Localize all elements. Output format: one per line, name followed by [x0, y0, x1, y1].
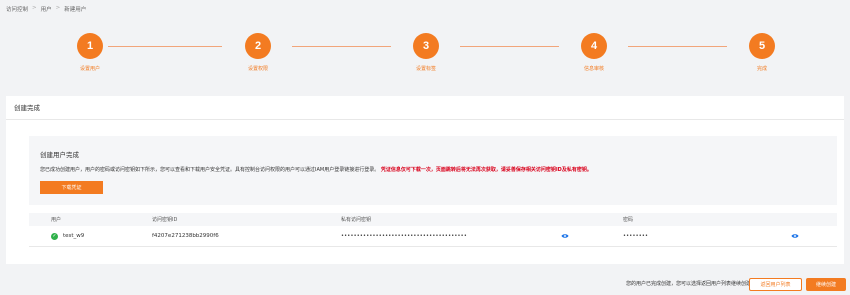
secret-key-masked: •••••••••••••••••••••••••••••••••••••••• [341, 233, 467, 239]
step-label: 设置标签 [415, 66, 436, 72]
step-label: 信息审核 [583, 66, 604, 72]
eye-icon[interactable] [791, 233, 799, 239]
header-password: 密码 [623, 217, 634, 223]
step-number: 2 [245, 33, 271, 59]
step-connector [108, 46, 222, 47]
footer-note: 您的用户已完成创建，您可以选择返回用户列表继续创建。 [626, 281, 757, 287]
creation-complete-card: 创建完成 创建用户完成 您已成功创建用户，用户的密码或访问密钥如下所示，您可以查… [6, 96, 844, 264]
back-to-user-list-button[interactable]: 返回用户列表 [749, 278, 802, 291]
step-label: 设置用户 [79, 66, 100, 72]
user-name: test_w9 [63, 233, 85, 239]
breadcrumb-item-users[interactable]: 用户 [41, 5, 52, 13]
user-cell: ✓ test_w9 [51, 226, 84, 246]
step-label: 设置权限 [247, 66, 268, 72]
download-credentials-button[interactable]: 下载凭证 [40, 181, 103, 194]
breadcrumb-separator: > [32, 5, 37, 11]
breadcrumb-separator: > [55, 5, 61, 11]
step-5: 5 完成 [732, 33, 792, 72]
step-number: 3 [413, 33, 439, 59]
card-title: 创建完成 [6, 96, 844, 120]
eye-icon[interactable] [561, 233, 569, 239]
breadcrumb-item-new-user: 新建用户 [64, 7, 87, 13]
step-number: 1 [77, 33, 103, 59]
notice-text: 您已成功创建用户，用户的密码或访问密钥如下所示，您可以查看和下载用户安全凭证。具… [40, 167, 380, 173]
step-number: 5 [749, 33, 775, 59]
step-4: 4 信息审核 [564, 33, 624, 72]
breadcrumb-item-access-control[interactable]: 访问控制 [6, 5, 28, 13]
credentials-table: 用户 访问密钥ID 私有访问密钥 密码 ✓ test_w9 f4207e2712… [29, 213, 837, 247]
step-connector [292, 46, 391, 47]
credentials-notice: 创建用户完成 您已成功创建用户，用户的密码或访问密钥如下所示，您可以查看和下载用… [29, 136, 837, 205]
header-secret-key: 私有访问密钥 [341, 217, 372, 223]
notice-warning: 凭证信息仅可下载一次，页面跳转后将无法再次获取，请妥善保存相关访问密钥ID及私有… [380, 167, 592, 173]
notice-title: 创建用户完成 [40, 151, 79, 159]
notice-description: 您已成功创建用户，用户的密码或访问密钥如下所示，您可以查看和下载用户安全凭证。具… [40, 166, 592, 173]
breadcrumb: 访问控制 > 用户 > 新建用户 [6, 5, 86, 13]
step-progress: 1 设置用户 2 设置权限 3 设置标签 4 信息审核 5 完成 [0, 33, 850, 78]
step-1: 1 设置用户 [60, 33, 120, 72]
table-header: 用户 访问密钥ID 私有访问密钥 密码 [29, 213, 837, 226]
step-3: 3 设置标签 [396, 33, 456, 72]
step-connector [628, 46, 727, 47]
header-access-key-id: 访问密钥ID [152, 217, 178, 223]
step-number: 4 [581, 33, 607, 59]
step-connector [460, 46, 559, 47]
access-key-id: f4207e271238bb2990f6 [152, 233, 219, 239]
table-row: ✓ test_w9 f4207e271238bb2990f6 •••••••••… [29, 226, 837, 247]
continue-create-button[interactable]: 继续创建 [806, 278, 846, 291]
password-masked: •••••••• [623, 233, 649, 239]
header-user: 用户 [51, 217, 62, 223]
step-label: 完成 [756, 66, 767, 72]
step-2: 2 设置权限 [228, 33, 288, 72]
success-check-icon: ✓ [51, 232, 58, 240]
